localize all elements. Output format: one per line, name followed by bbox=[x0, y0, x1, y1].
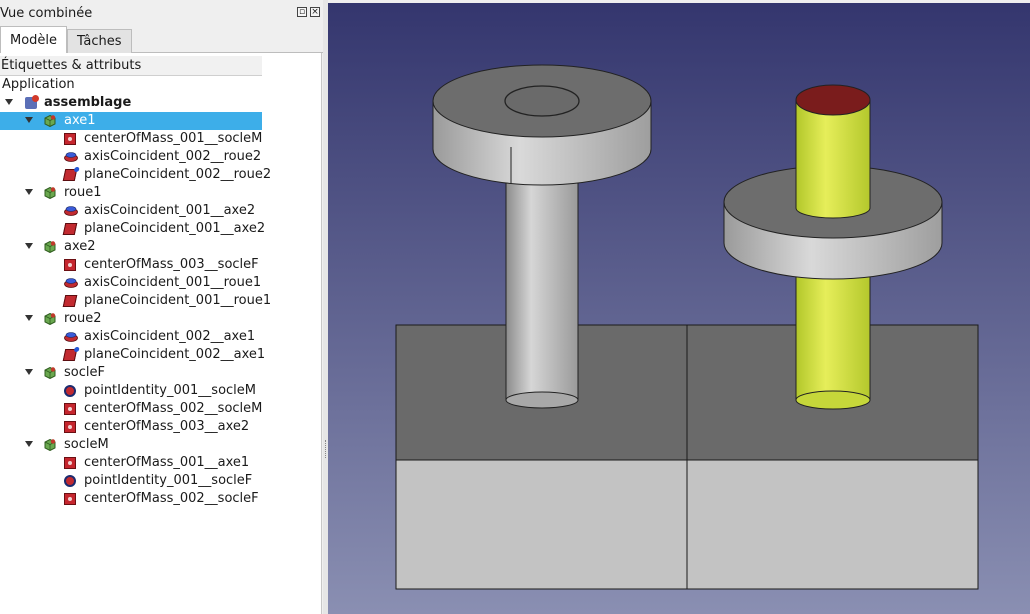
expand-arrow-icon[interactable] bbox=[5, 99, 13, 105]
constraint-label: centerOfMass_001__socleM bbox=[84, 131, 263, 146]
root-label: assemblage bbox=[44, 95, 132, 110]
part-icon bbox=[44, 366, 56, 380]
tree-row-constraint[interactable]: pointIdentity_001__socleM bbox=[0, 382, 262, 400]
tree-row-roue2[interactable]: roue2 bbox=[0, 310, 262, 328]
app-window: Vue combinée ▫ × Modèle Tâches Étiquette… bbox=[0, 0, 1030, 614]
splitter-grip[interactable] bbox=[325, 440, 326, 458]
axle-left bbox=[505, 162, 579, 409]
axis-coincident-icon bbox=[64, 331, 78, 343]
part-icon bbox=[44, 186, 56, 200]
expand-arrow-icon[interactable] bbox=[25, 117, 33, 123]
constraint-label: axisCoincident_001__axe2 bbox=[84, 203, 256, 218]
constraint-label: pointIdentity_001__socleF bbox=[84, 473, 253, 488]
application-label: Application bbox=[2, 77, 75, 92]
combo-view-panel: Vue combinée ▫ × Modèle Tâches Étiquette… bbox=[0, 0, 323, 614]
tree-row-constraint[interactable]: centerOfMass_002__socleM bbox=[0, 400, 262, 418]
panel-buttons: ▫ × bbox=[297, 7, 320, 17]
tree-row-constraint[interactable]: axisCoincident_002__roue2 bbox=[0, 148, 262, 166]
part-icon bbox=[44, 240, 56, 254]
center-of-mass-icon bbox=[64, 493, 76, 505]
tree-row-constraint[interactable]: planeCoincident_001__axe2 bbox=[0, 220, 266, 238]
point-identity-icon bbox=[64, 385, 76, 397]
tree-row-axe1[interactable]: axe1 bbox=[0, 112, 262, 130]
tree-node-label: roue2 bbox=[64, 311, 102, 326]
tree-row-constraint[interactable]: centerOfMass_003__socleF bbox=[0, 256, 262, 274]
constraint-label: centerOfMass_003__socleF bbox=[84, 257, 259, 272]
tree-node-label: socleM bbox=[64, 437, 109, 452]
base-block bbox=[395, 324, 979, 590]
tree-node-label: axe2 bbox=[64, 239, 96, 254]
tree-list: Application assemblage axe1 centerOfMass_… bbox=[0, 76, 271, 508]
part-icon bbox=[44, 438, 56, 452]
assembly-icon bbox=[25, 95, 39, 109]
plane-coincident-icon bbox=[62, 349, 78, 361]
expand-arrow-icon[interactable] bbox=[25, 189, 33, 195]
tree-row-axe2[interactable]: axe2 bbox=[0, 238, 262, 256]
tab-tasks[interactable]: Tâches bbox=[67, 29, 132, 53]
tree-node-label: axe1 bbox=[64, 113, 96, 128]
axle-right-top bbox=[795, 84, 871, 219]
center-of-mass-icon bbox=[64, 421, 76, 433]
axis-coincident-icon bbox=[64, 151, 78, 163]
tree-row-constraint[interactable]: axisCoincident_002__axe1 bbox=[0, 328, 262, 346]
tree-row-root[interactable]: assemblage bbox=[0, 94, 262, 112]
axis-coincident-icon bbox=[64, 205, 78, 217]
part-icon bbox=[44, 312, 56, 326]
constraint-label: centerOfMass_002__socleM bbox=[84, 401, 263, 416]
3d-view[interactable] bbox=[328, 3, 1030, 614]
constraint-label: axisCoincident_002__roue2 bbox=[84, 149, 262, 164]
constraint-label: axisCoincident_002__axe1 bbox=[84, 329, 256, 344]
panel-title: Vue combinée bbox=[0, 6, 93, 21]
tree-row-constraint[interactable]: centerOfMass_003__axe2 bbox=[0, 418, 262, 436]
expand-arrow-icon[interactable] bbox=[25, 243, 33, 249]
center-of-mass-icon bbox=[64, 259, 76, 271]
tree-row-constraint[interactable]: centerOfMass_001__socleM bbox=[0, 130, 262, 148]
tree-row-constraint[interactable]: axisCoincident_001__axe2 bbox=[0, 202, 262, 220]
center-of-mass-icon bbox=[64, 403, 76, 415]
plane-coincident-icon bbox=[62, 295, 78, 307]
constraint-label: centerOfMass_002__socleF bbox=[84, 491, 259, 506]
tree-row-socleF[interactable]: socleF bbox=[0, 364, 262, 382]
plane-coincident-icon bbox=[62, 223, 78, 235]
constraint-label: planeCoincident_002__axe1 bbox=[84, 347, 266, 362]
tree-view: Étiquettes & attributs Application assem… bbox=[0, 53, 322, 614]
point-identity-icon bbox=[64, 475, 76, 487]
axis-coincident-icon bbox=[64, 277, 78, 289]
constraint-label: planeCoincident_001__roue1 bbox=[84, 293, 272, 308]
tree-row-constraint[interactable]: centerOfMass_001__axe1 bbox=[0, 454, 262, 472]
panel-tabs: Modèle Tâches bbox=[0, 26, 323, 54]
expand-arrow-icon[interactable] bbox=[25, 315, 33, 321]
constraint-label: centerOfMass_003__axe2 bbox=[84, 419, 250, 434]
tab-model[interactable]: Modèle bbox=[0, 26, 67, 54]
close-panel-icon[interactable]: × bbox=[310, 7, 320, 17]
constraint-label: planeCoincident_002__roue2 bbox=[84, 167, 272, 182]
tree-row-constraint[interactable]: pointIdentity_001__socleF bbox=[0, 472, 262, 490]
center-of-mass-icon bbox=[64, 457, 76, 469]
tree-row-constraint[interactable]: axisCoincident_001__roue1 bbox=[0, 274, 262, 292]
constraint-label: pointIdentity_001__socleM bbox=[84, 383, 256, 398]
tree-row-constraint[interactable]: planeCoincident_001__roue1 bbox=[0, 292, 271, 310]
constraint-label: centerOfMass_001__axe1 bbox=[84, 455, 250, 470]
wheel-left bbox=[432, 64, 652, 186]
tree-row-constraint[interactable]: planeCoincident_002__axe1 bbox=[0, 346, 266, 364]
float-panel-icon[interactable]: ▫ bbox=[297, 7, 307, 17]
constraint-label: axisCoincident_001__roue1 bbox=[84, 275, 262, 290]
part-icon bbox=[44, 114, 56, 128]
tree-column-header[interactable]: Étiquettes & attributs bbox=[0, 56, 262, 76]
expand-arrow-icon[interactable] bbox=[25, 369, 33, 375]
center-of-mass-icon bbox=[64, 133, 76, 145]
tree-row-constraint[interactable]: planeCoincident_002__roue2 bbox=[0, 166, 271, 184]
tree-node-label: roue1 bbox=[64, 185, 102, 200]
tree-row-constraint[interactable]: centerOfMass_002__socleF bbox=[0, 490, 262, 508]
expand-arrow-icon[interactable] bbox=[25, 441, 33, 447]
constraint-label: planeCoincident_001__axe2 bbox=[84, 221, 266, 236]
plane-coincident-icon bbox=[62, 169, 78, 181]
tree-nodes: axe1 centerOfMass_001__socleM axisCoincide… bbox=[0, 112, 271, 508]
tree-row-application[interactable]: Application bbox=[0, 76, 262, 94]
tree-row-roue1[interactable]: roue1 bbox=[0, 184, 262, 202]
tree-node-label: socleF bbox=[64, 365, 105, 380]
tree-row-socleM[interactable]: socleM bbox=[0, 436, 262, 454]
